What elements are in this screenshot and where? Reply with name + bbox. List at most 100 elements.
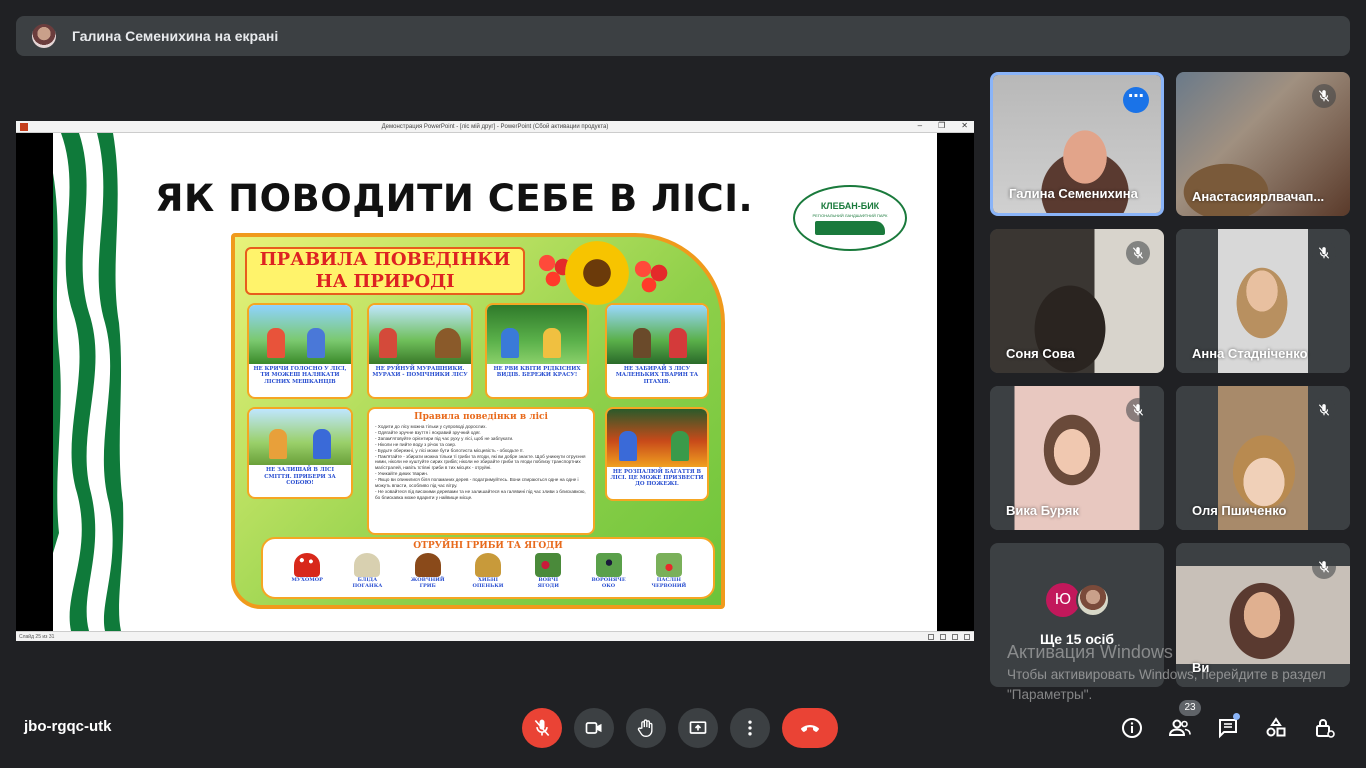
- poison-item: БЛІДА ПОГАНКА: [347, 553, 387, 589]
- present-icon: [689, 721, 707, 734]
- presenting-text: Галина Семенихина на екрані: [72, 28, 279, 44]
- wolf-berry-icon: [535, 553, 562, 577]
- participant-tile[interactable]: Соня Сова: [990, 229, 1164, 373]
- shapes-icon: [1266, 717, 1286, 737]
- death-cap-icon: [354, 553, 381, 577]
- wave-decoration: [53, 133, 125, 631]
- poison-item: ПАСЛІН ЧЕРВОНИЙ: [649, 553, 689, 589]
- more-options-button[interactable]: ⋯: [1123, 87, 1149, 113]
- poison-item: ВОВЧІ ЯГОДИ: [528, 553, 568, 589]
- rule-card-caption: НЕ РОЗПАЛЮЙ БАГАТТЯ В ЛІСІ. ЦЕ МОЖЕ ПРИЗ…: [610, 468, 704, 488]
- activities-button[interactable]: [1262, 714, 1290, 742]
- poster-heading-line2: НА ПРИРОДІ: [315, 271, 455, 292]
- bile-mushroom-icon: [414, 553, 441, 577]
- raise-hand-button[interactable]: [626, 708, 666, 748]
- sunflower-icon: [565, 241, 629, 305]
- watermark-text: Чтобы активировать Windows, перейдите в …: [1007, 667, 1326, 702]
- people-button[interactable]: [1166, 714, 1194, 742]
- rowan-berries-icon: [631, 257, 671, 297]
- participant-tile[interactable]: Оля Пшиченко: [1176, 386, 1350, 530]
- powerpoint-icon: [20, 123, 28, 131]
- participant-tile[interactable]: Анна Стадніченко: [1176, 229, 1350, 373]
- deer-icon: [815, 221, 885, 235]
- poison-item: ЖОВЧНИЙ ГРИБ: [408, 553, 448, 589]
- view-icons: [928, 634, 970, 640]
- sorter-view-icon: [940, 634, 946, 640]
- slide-counter: Слайд 25 из 31: [19, 633, 55, 640]
- rule-card-caption: НЕ КРИЧИ ГОЛОСНО У ЛІСІ, ТИ МОЖЕШ НАЛЯКА…: [253, 365, 347, 385]
- rules-poster: ПРАВИЛА ПОВЕДІНКИ НА ПРИРОДІ НЕ КРИЧИ ГО…: [231, 233, 725, 609]
- info-icon: [1122, 718, 1142, 738]
- meeting-code: jbo-rgqc-utk: [24, 718, 112, 735]
- rule-card-2: НЕ РУЙНУЙ МУРАШНИКИ. МУРАХИ - ПОМІЧНИКИ …: [367, 303, 473, 399]
- participant-name: Оля Пшиченко: [1192, 503, 1287, 518]
- chat-notification-dot: [1233, 713, 1240, 720]
- camera-toggle-button[interactable]: [574, 708, 614, 748]
- rule-card-caption: НЕ РВИ КВІТИ РІДКІСНИХ ВИДІВ. БЕРЕЖИ КРА…: [493, 365, 581, 379]
- rule-card-caption: НЕ ЗАЛИШАЙ В ЛІСІ СМІТТЯ. ПРИБЕРИ ЗА СОБ…: [264, 467, 336, 487]
- participant-tile[interactable]: ⋯ Галина Семенихина: [990, 72, 1164, 216]
- mic-off-icon: [1312, 84, 1336, 108]
- mic-off-icon: [1126, 398, 1150, 422]
- rule-card-4: НЕ ЗАБИРАЙ З ЛІСУ МАЛЕНЬКИХ ТВАРИН ТА ПТ…: [605, 303, 709, 399]
- park-logo-subtitle: РЕГІОНАЛЬНИЙ ЛАНДШАФТНИЙ ПАРК: [812, 213, 888, 218]
- mic-off-icon: [1312, 398, 1336, 422]
- close-icon: ✕: [961, 121, 968, 130]
- shared-screen: Демонстрация PowerPoint - [ліс мій друг]…: [16, 121, 974, 641]
- avatar: [1076, 583, 1110, 617]
- restore-icon: ❐: [938, 121, 946, 130]
- park-logo: КЛЕБАН-БИК РЕГІОНАЛЬНИЙ ЛАНДШАФТНИЙ ПАРК: [793, 185, 907, 251]
- card-illustration: [369, 305, 471, 364]
- rule-card-5: НЕ ЗАЛИШАЙ В ЛІСІ СМІТТЯ. ПРИБЕРИ ЗА СОБ…: [247, 407, 353, 499]
- participant-tile[interactable]: Вика Буряк: [990, 386, 1164, 530]
- window-controls: – ❐ ✕: [918, 121, 968, 130]
- ppt-statusbar: Слайд 25 из 31: [16, 631, 974, 641]
- rule-card-1: НЕ КРИЧИ ГОЛОСНО У ЛІСІ, ТИ МОЖЕШ НАЛЯКА…: [247, 303, 353, 399]
- participant-tile[interactable]: Анастасиярлвачап...: [1176, 72, 1350, 216]
- poisonous-title: ОТРУЙНІ ГРИБИ ТА ЯГОДИ: [413, 541, 563, 551]
- slide-title: ЯК ПОВОДИТИ СЕБЕ В ЛІСІ.: [155, 177, 754, 220]
- rules-title: Правила поведінки в лісі: [414, 412, 548, 422]
- poison-item: МУХОМОР: [287, 553, 327, 589]
- more-vert-icon: [748, 720, 752, 736]
- mic-off-icon: [1312, 241, 1336, 265]
- windows-activation-watermark: Активация Windows Чтобы активировать Win…: [1007, 642, 1347, 705]
- participant-name: Вика Буряк: [1006, 503, 1079, 518]
- minimize-icon: –: [917, 121, 923, 130]
- people-icon: [1168, 719, 1191, 736]
- mic-off-icon: [1312, 555, 1336, 579]
- rules-text: - Ходити до лісу можна тільки у супровод…: [375, 424, 586, 500]
- watermark-title: Активация Windows: [1007, 642, 1173, 662]
- end-call-button[interactable]: [782, 708, 838, 748]
- card-illustration: [607, 305, 707, 364]
- rule-card-caption: НЕ РУЙНУЙ МУРАШНИКИ. МУРАХИ - ПОМІЧНИКИ …: [372, 365, 468, 379]
- present-screen-button[interactable]: [678, 708, 718, 748]
- mic-toggle-button[interactable]: [522, 708, 562, 748]
- ppt-window-title: Демонстрация PowerPoint - [ліс мій друг]…: [381, 123, 609, 130]
- normal-view-icon: [928, 634, 934, 640]
- poisonous-row: МУХОМОР БЛІДА ПОГАНКА ЖОВЧНИЙ ГРИБ ХИБНІ…: [263, 553, 713, 589]
- avatar-stack: Ю: [1046, 583, 1110, 617]
- participant-name: Соня Сова: [1006, 346, 1075, 361]
- lock-person-icon: [1316, 719, 1335, 738]
- poison-item: ВОРОНЯЧЕ ОКО: [589, 553, 629, 589]
- people-count-badge: 23: [1179, 700, 1201, 716]
- card-illustration: [607, 409, 707, 467]
- poisonous-strip: ОТРУЙНІ ГРИБИ ТА ЯГОДИ МУХОМОР БЛІДА ПОГ…: [261, 537, 715, 599]
- participant-name: Галина Семенихина: [1009, 186, 1138, 201]
- card-illustration: [249, 409, 351, 466]
- park-logo-text: КЛЕБАН-БИК: [820, 201, 880, 211]
- host-controls-button[interactable]: [1310, 714, 1338, 742]
- fly-agaric-icon: [294, 553, 321, 577]
- rule-card-6: НЕ РОЗПАЛЮЙ БАГАТТЯ В ЛІСІ. ЦЕ МОЖЕ ПРИЗ…: [605, 407, 709, 501]
- card-illustration: [249, 305, 351, 364]
- reading-view-icon: [952, 634, 958, 640]
- poster-heading: ПРАВИЛА ПОВЕДІНКИ НА ПРИРОДІ: [245, 247, 525, 295]
- crow-eye-icon: [595, 553, 622, 577]
- meeting-details-button[interactable]: [1118, 714, 1146, 742]
- rule-card-3: НЕ РВИ КВІТИ РІДКІСНИХ ВИДІВ. БЕРЕЖИ КРА…: [485, 303, 589, 399]
- participant-name: Анна Стадніченко: [1192, 346, 1308, 361]
- nightshade-icon: [655, 553, 682, 577]
- more-options-button[interactable]: [730, 708, 770, 748]
- hang-up-icon: [801, 725, 819, 732]
